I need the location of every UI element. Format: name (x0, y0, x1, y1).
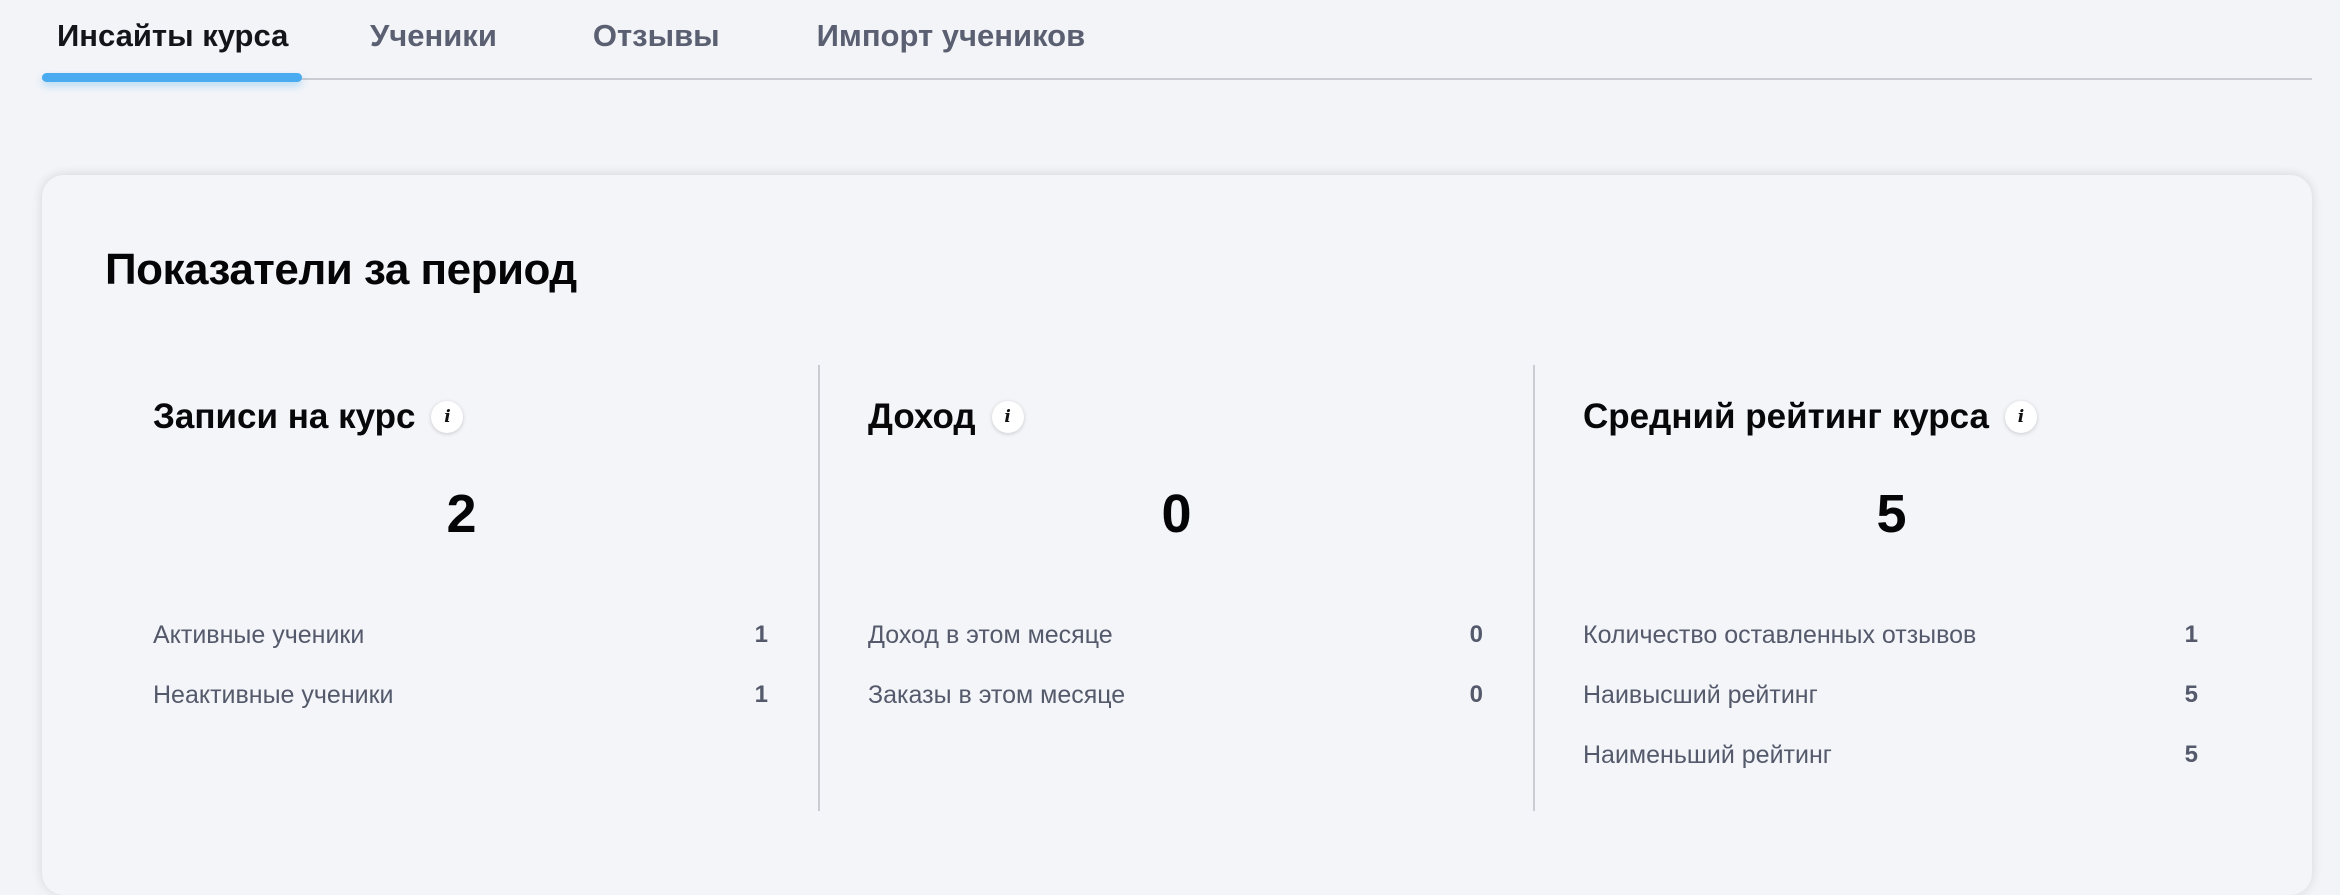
stat-label: Доход в этом месяце (868, 620, 1113, 649)
stat-row: Доход в этом месяце 0 (868, 605, 1485, 665)
period-metrics-card: Показатели за период Записи на курс i 2 … (42, 175, 2312, 895)
metric-value: 0 (1161, 484, 1192, 544)
column-divider (818, 365, 820, 811)
tab-import-students[interactable]: Импорт учеников (817, 0, 1086, 78)
stat-label: Активные ученики (153, 620, 365, 649)
stat-value: 1 (754, 621, 768, 648)
stat-list: Активные ученики 1 Неактивные ученики 1 (153, 605, 770, 725)
active-tab-indicator (42, 73, 302, 82)
metric-title: Записи на курс (153, 397, 416, 436)
stat-value: 5 (2184, 681, 2198, 708)
stat-list: Доход в этом месяце 0 Заказы в этом меся… (868, 605, 1485, 725)
metric-enrollments: Записи на курс i 2 Активные ученики 1 Не… (153, 365, 770, 785)
stat-label: Наивысший рейтинг (1583, 680, 1818, 709)
metrics-grid: Записи на курс i 2 Активные ученики 1 Не… (42, 365, 2312, 811)
stat-label: Наименьший рейтинг (1583, 740, 1832, 769)
tab-students[interactable]: Ученики (370, 0, 497, 78)
stat-row: Неактивные ученики 1 (153, 665, 770, 725)
tab-label: Импорт учеников (816, 18, 1086, 53)
stat-value: 5 (2184, 741, 2198, 768)
stat-value: 0 (1469, 681, 1483, 708)
stat-row: Заказы в этом месяце 0 (868, 665, 1485, 725)
metric-value: 5 (1876, 484, 1907, 544)
tab-label: Инсайты курса (57, 18, 289, 53)
tab-bar: Инсайты курса Ученики Отзывы Импорт учен… (42, 0, 2312, 82)
metric-average-rating: Средний рейтинг курса i 5 Количество ост… (1583, 365, 2200, 785)
metric-title: Средний рейтинг курса (1583, 397, 1989, 436)
info-icon[interactable]: i (991, 401, 1024, 433)
info-icon[interactable]: i (431, 401, 464, 433)
tab-course-insights[interactable]: Инсайты курса (42, 0, 302, 82)
metric-header: Средний рейтинг курса i (1583, 397, 2037, 437)
stat-row: Наивысший рейтинг 5 (1583, 665, 2200, 725)
stat-value: 1 (754, 681, 768, 708)
metric-income: Доход i 0 Доход в этом месяце 0 Заказы в… (868, 365, 1485, 785)
card-title: Показатели за период (105, 245, 577, 294)
stat-value: 0 (1469, 621, 1483, 648)
tab-label: Ученики (370, 18, 497, 53)
metric-value: 2 (446, 484, 477, 544)
stat-row: Количество оставленных отзывов 1 (1583, 605, 2200, 665)
tab-label: Отзывы (592, 18, 720, 53)
metric-header: Доход i (868, 397, 1024, 437)
stat-label: Неактивные ученики (153, 680, 394, 709)
info-icon[interactable]: i (2004, 401, 2037, 433)
stat-value: 1 (2184, 621, 2198, 648)
metric-title: Доход (868, 397, 976, 436)
metric-header: Записи на курс i (153, 397, 464, 437)
stat-row: Наименьший рейтинг 5 (1583, 725, 2200, 785)
stat-row: Активные ученики 1 (153, 605, 770, 665)
stat-label: Заказы в этом месяце (868, 680, 1126, 709)
stat-list: Количество оставленных отзывов 1 Наивысш… (1583, 605, 2200, 785)
stat-label: Количество оставленных отзывов (1583, 620, 1977, 649)
column-divider (1533, 365, 1535, 811)
tab-reviews[interactable]: Отзывы (593, 0, 720, 78)
